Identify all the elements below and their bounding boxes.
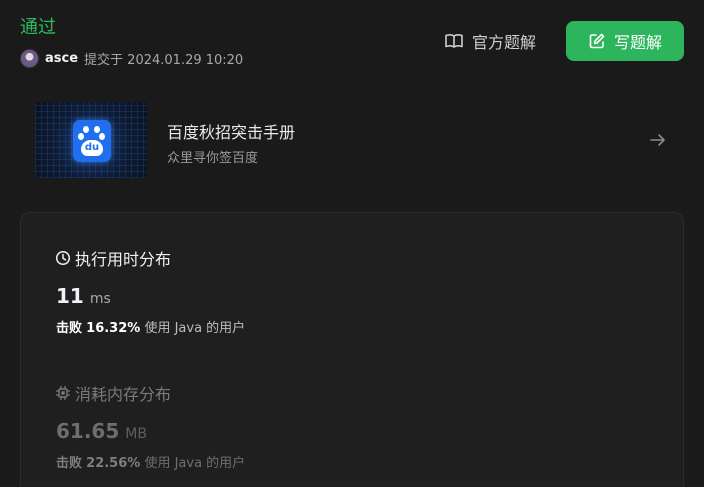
memory-beat-prefix: 击败 bbox=[56, 456, 83, 471]
memory-value: 61.65 MB bbox=[56, 419, 147, 443]
runtime-heading[interactable]: 执行用时分布 bbox=[55, 246, 171, 270]
write-solution-button[interactable]: 写题解 bbox=[566, 21, 684, 61]
memory-heading[interactable]: 消耗内存分布 bbox=[55, 381, 171, 405]
promo-card[interactable]: du 百度秋招突击手册 众里寻你签百度 bbox=[20, 90, 684, 190]
runtime-number: 11 bbox=[56, 284, 84, 308]
submitted-time: 提交于 2024.01.29 10:20 bbox=[84, 52, 244, 68]
memory-title: 消耗内存分布 bbox=[75, 385, 172, 404]
official-solution-button[interactable]: 官方题解 bbox=[426, 22, 554, 60]
runtime-beat-prefix: 击败 bbox=[56, 321, 83, 336]
submission-info: asce 提交于 2024.01.29 10:20 bbox=[20, 48, 243, 68]
username[interactable]: asce bbox=[45, 51, 78, 66]
stats-card: 执行用时分布 11 ms 击败 16.32% 使用 Java 的用户 消耗内存分… bbox=[20, 212, 684, 487]
runtime-value: 11 ms bbox=[56, 284, 111, 308]
logo-text: du bbox=[81, 140, 103, 156]
clock-icon bbox=[55, 250, 71, 266]
official-solution-label: 官方题解 bbox=[471, 33, 536, 52]
memory-beat-text: 击败 22.56% 使用 Java 的用户 bbox=[56, 452, 245, 471]
runtime-beat-suffix: 使用 Java 的用户 bbox=[144, 321, 246, 336]
avatar[interactable] bbox=[20, 48, 39, 68]
baidu-paw-logo-icon: du bbox=[73, 120, 111, 162]
edit-icon bbox=[589, 33, 605, 49]
promo-thumbnail: du bbox=[35, 102, 147, 178]
runtime-title: 执行用时分布 bbox=[75, 250, 172, 269]
runtime-beat-percent: 16.32% bbox=[86, 321, 141, 336]
runtime-beat-text: 击败 16.32% 使用 Java 的用户 bbox=[56, 317, 245, 336]
book-icon bbox=[445, 34, 463, 48]
memory-beat-percent: 22.56% bbox=[86, 456, 141, 471]
memory-number: 61.65 bbox=[56, 419, 120, 443]
promo-subtitle: 众里寻你签百度 bbox=[167, 151, 259, 166]
arrow-right-icon[interactable] bbox=[648, 130, 668, 150]
promo-title: 百度秋招突击手册 bbox=[167, 123, 296, 142]
runtime-unit: ms bbox=[89, 291, 111, 307]
status-label: 通过 bbox=[20, 17, 56, 38]
submission-detail: 通过 asce 提交于 2024.01.29 10:20 官方题解 写题解 du bbox=[0, 0, 704, 487]
memory-unit: MB bbox=[125, 426, 147, 442]
memory-beat-suffix: 使用 Java 的用户 bbox=[144, 456, 246, 471]
chip-icon bbox=[55, 385, 71, 401]
write-solution-label: 写题解 bbox=[613, 33, 662, 52]
